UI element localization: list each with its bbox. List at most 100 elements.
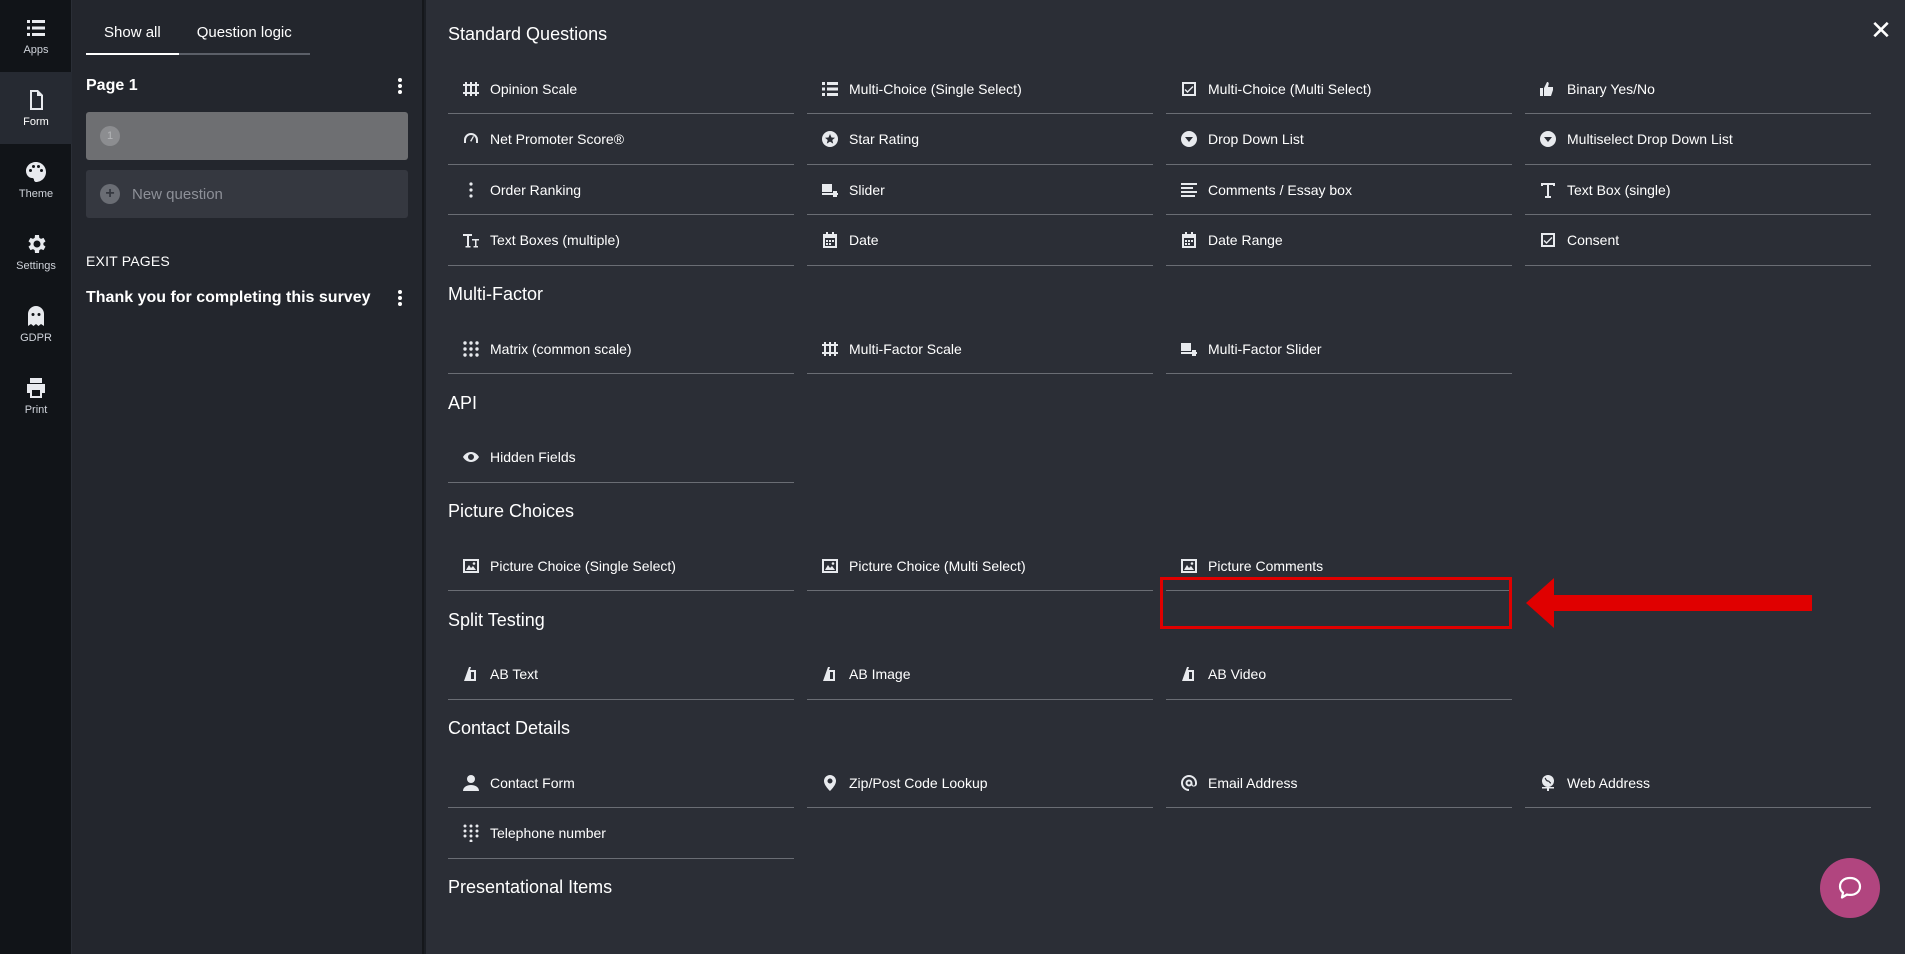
question-type-hidden-fields[interactable]: Hidden Fields: [448, 433, 794, 483]
question-type-multi-factor-scale[interactable]: Multi-Factor Scale: [807, 324, 1153, 374]
rail-label: Form: [23, 116, 49, 128]
question-type-opinion-scale[interactable]: Opinion Scale: [448, 64, 794, 114]
slider-icon: [821, 181, 839, 199]
question-type-matrix-common-scale[interactable]: Matrix (common scale): [448, 324, 794, 374]
question-type-label: Star Rating: [849, 131, 920, 147]
at-icon: [1180, 774, 1198, 792]
question-type-picture-choice-multi-select[interactable]: Picture Choice (Multi Select): [807, 541, 1153, 591]
question-type-order-ranking[interactable]: Order Ranking: [448, 165, 794, 215]
question-type-multiselect-drop-down-list[interactable]: Multiselect Drop Down List: [1525, 115, 1871, 165]
tab-question-logic[interactable]: Question logic: [178, 14, 310, 55]
rail-label: Print: [24, 404, 48, 416]
scale-icon: [462, 80, 480, 98]
section-title: Contact Details: [448, 718, 571, 738]
question-number: 1: [100, 126, 120, 146]
question-type-slider[interactable]: Slider: [807, 165, 1153, 215]
highlight-box: [1160, 577, 1512, 629]
question-type-label: Net Promoter Score®: [490, 131, 625, 147]
rail-apps[interactable]: Apps: [0, 0, 72, 72]
rail-label: Settings: [16, 260, 56, 272]
question-type-text-box-single[interactable]: Text Box (single): [1525, 165, 1871, 215]
panel-tabs: Show all Question logic: [86, 14, 310, 55]
question-type-label: Multiselect Drop Down List: [1567, 131, 1733, 147]
rail-form[interactable]: Form: [0, 72, 72, 144]
rail-print[interactable]: Print: [0, 360, 72, 432]
question-type-multi-choice-single-select[interactable]: Multi-Choice (Single Select): [807, 64, 1153, 114]
question-slot[interactable]: 1: [86, 112, 408, 160]
person-icon: [462, 774, 480, 792]
question-type-label: Web Address: [1567, 774, 1651, 791]
question-type-date-range[interactable]: Date Range: [1166, 216, 1512, 266]
scale-icon: [821, 340, 839, 358]
question-type-net-promoter-score[interactable]: Net Promoter Score®: [448, 115, 794, 165]
question-type-multi-factor-slider[interactable]: Multi-Factor Slider: [1166, 324, 1512, 374]
rail-gdpr[interactable]: GDPR: [0, 288, 72, 360]
question-type-label: Contact Form: [490, 774, 575, 791]
question-type-label: Picture Choice (Single Select): [490, 557, 676, 574]
help-chat-button[interactable]: [1820, 858, 1880, 918]
close-icon[interactable]: ✕: [1867, 16, 1895, 44]
question-type-ab-text[interactable]: AB Text: [448, 650, 794, 700]
question-type-label: Telephone number: [490, 825, 606, 841]
exit-page-menu-icon[interactable]: [392, 288, 408, 308]
calendar-icon: [1180, 231, 1198, 249]
tab-show-all[interactable]: Show all: [86, 14, 179, 55]
question-type-label: AB Video: [1208, 666, 1267, 682]
question-type-consent[interactable]: Consent: [1525, 216, 1871, 266]
question-type-picker: ✕ Standard Questions Opinion Scale Multi-C…: [426, 0, 1905, 954]
question-type-comments-essay-box[interactable]: Comments / Essay box: [1166, 165, 1512, 215]
dropdown-icon: [1539, 130, 1557, 148]
question-type-ab-image[interactable]: AB Image: [807, 650, 1153, 700]
calendar-icon: [821, 231, 839, 249]
chat-bubble-icon: [1838, 876, 1862, 899]
globe-icon: [1539, 774, 1557, 792]
question-type-label: Date Range: [1208, 232, 1283, 248]
question-type-text-boxes-multiple[interactable]: Text Boxes (multiple): [448, 216, 794, 266]
page-menu-icon[interactable]: [392, 76, 408, 96]
new-question-button[interactable]: + New question: [86, 170, 408, 218]
section-title: Picture Choices: [448, 501, 575, 521]
rail-settings[interactable]: Settings: [0, 216, 72, 288]
question-type-date[interactable]: Date: [807, 216, 1153, 266]
question-type-web-address[interactable]: Web Address: [1525, 758, 1871, 808]
question-type-label: Consent: [1567, 232, 1620, 248]
question-type-ab-video[interactable]: AB Video: [1166, 650, 1512, 700]
question-type-label: Hidden Fields: [490, 449, 576, 465]
question-type-label: Text Boxes (multiple): [490, 232, 620, 248]
question-type-contact-form[interactable]: Contact Form: [448, 758, 794, 808]
question-type-label: Slider: [849, 181, 885, 198]
exit-pages-heading: EXIT PAGES: [86, 253, 170, 269]
new-question-label: New question: [132, 185, 223, 203]
gauge-icon: [462, 130, 480, 148]
picture-icon: [1180, 557, 1198, 575]
question-type-telephone-number[interactable]: Telephone number: [448, 809, 794, 859]
question-type-label: Multi-Factor Slider: [1208, 340, 1322, 357]
question-type-label: Email Address: [1208, 774, 1298, 791]
annotation-arrow-icon: [1526, 578, 1812, 628]
question-type-drop-down-list[interactable]: Drop Down List: [1166, 115, 1512, 165]
question-type-multi-choice-multi-select[interactable]: Multi-Choice (Multi Select): [1166, 64, 1512, 114]
question-type-binary-yes-no[interactable]: Binary Yes/No: [1525, 64, 1871, 114]
exit-page-item[interactable]: Thank you for completing this survey: [86, 288, 408, 308]
question-type-zip-post-code-lookup[interactable]: Zip/Post Code Lookup: [807, 758, 1153, 808]
question-type-star-rating[interactable]: Star Rating: [807, 115, 1153, 165]
form-icon: [30, 90, 43, 110]
apps-icon: [27, 20, 45, 36]
question-type-label: Matrix (common scale): [490, 340, 632, 357]
dropdown-icon: [1180, 130, 1198, 148]
section-title: Split Testing: [448, 609, 545, 630]
palette-icon: [26, 162, 46, 182]
question-type-label: AB Text: [490, 666, 538, 682]
page-header: Page 1: [86, 76, 408, 96]
grid-icon: [462, 340, 480, 358]
app-rail: Apps Form Theme Settings GDPR Print: [0, 0, 72, 954]
question-type-picture-choice-single-select[interactable]: Picture Choice (Single Select): [448, 541, 794, 591]
checkbox-icon: [1180, 80, 1198, 98]
question-type-label: Multi-Choice (Single Select): [849, 80, 1022, 97]
thumbs-icon: [1539, 80, 1557, 98]
question-type-email-address[interactable]: Email Address: [1166, 758, 1512, 808]
question-type-label: Multi-Choice (Multi Select): [1208, 80, 1372, 97]
rail-theme[interactable]: Theme: [0, 144, 72, 216]
question-type-label: Picture Comments: [1208, 557, 1324, 574]
ab-icon: [1180, 665, 1198, 683]
